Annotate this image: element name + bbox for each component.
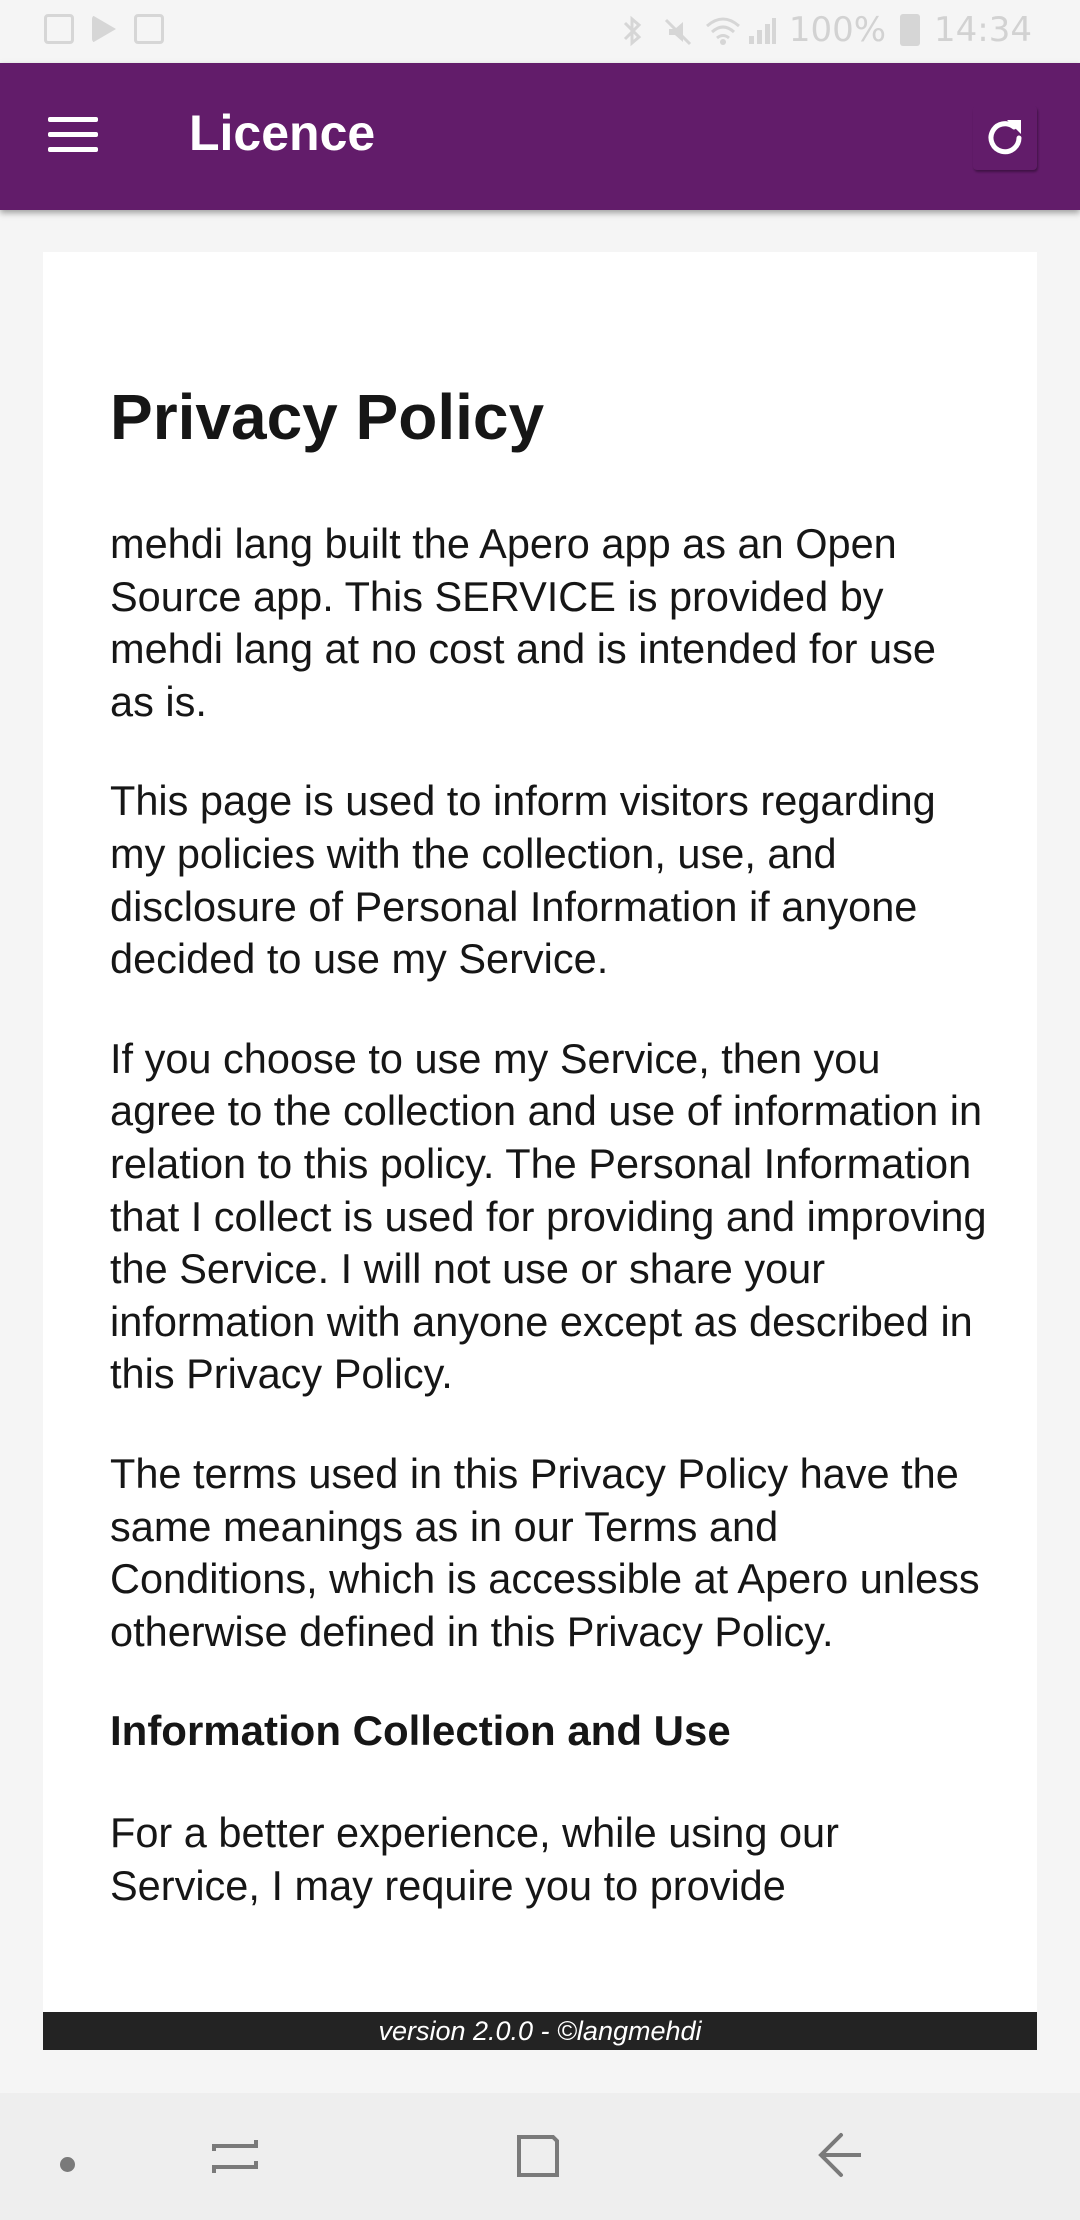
page-title: Licence [189,105,376,161]
battery-icon [900,14,921,46]
privacy-policy-title: Privacy Policy [110,381,545,453]
wifi-icon [705,15,740,45]
licence-card[interactable]: Privacy Policy mehdi lang built the Aper… [43,252,1037,2012]
screenshot-icon [134,14,164,44]
bluetooth-icon [621,15,649,47]
home-button[interactable] [513,2129,563,2188]
recent-apps-icon [212,2140,258,2173]
refresh-icon [988,120,1022,155]
status-bar: 100% 14:34 [0,0,1080,63]
policy-paragraph: For a better experience, while using our… [110,1809,839,1909]
nav-dot-icon [60,2157,75,2172]
play-store-icon [92,15,116,43]
notification-icons [44,14,164,44]
mute-icon [663,15,691,46]
battery-percent: 100% [788,10,887,50]
gallery-icon [44,14,74,44]
hamburger-menu-icon[interactable] [48,115,98,155]
back-button[interactable] [815,2129,865,2188]
clock: 14:34 [934,10,1032,50]
privacy-policy-content: Privacy Policy mehdi lang built the Aper… [110,378,990,1959]
system-icons: 100% 14:34 [621,10,1032,50]
home-icon [517,2135,559,2177]
back-arrow-icon [818,2133,861,2177]
policy-paragraph: This page is used to inform visitors reg… [110,777,936,983]
app-bar: Licence [0,63,1080,210]
section-heading: Information Collection and Use [110,1707,731,1755]
policy-paragraph: If you choose to use my Service, then yo… [110,1034,987,1398]
version-footer: version 2.0.0 - ©langmehdi [43,2012,1037,2050]
signal-icon [747,15,776,45]
policy-paragraph: mehdi lang built the Apero app as an Ope… [110,520,936,725]
refresh-button[interactable] [973,106,1037,170]
policy-paragraph: The terms used in this Privacy Policy ha… [110,1449,980,1655]
recent-apps-button[interactable] [210,2129,260,2188]
system-nav-bar [0,2093,1080,2220]
